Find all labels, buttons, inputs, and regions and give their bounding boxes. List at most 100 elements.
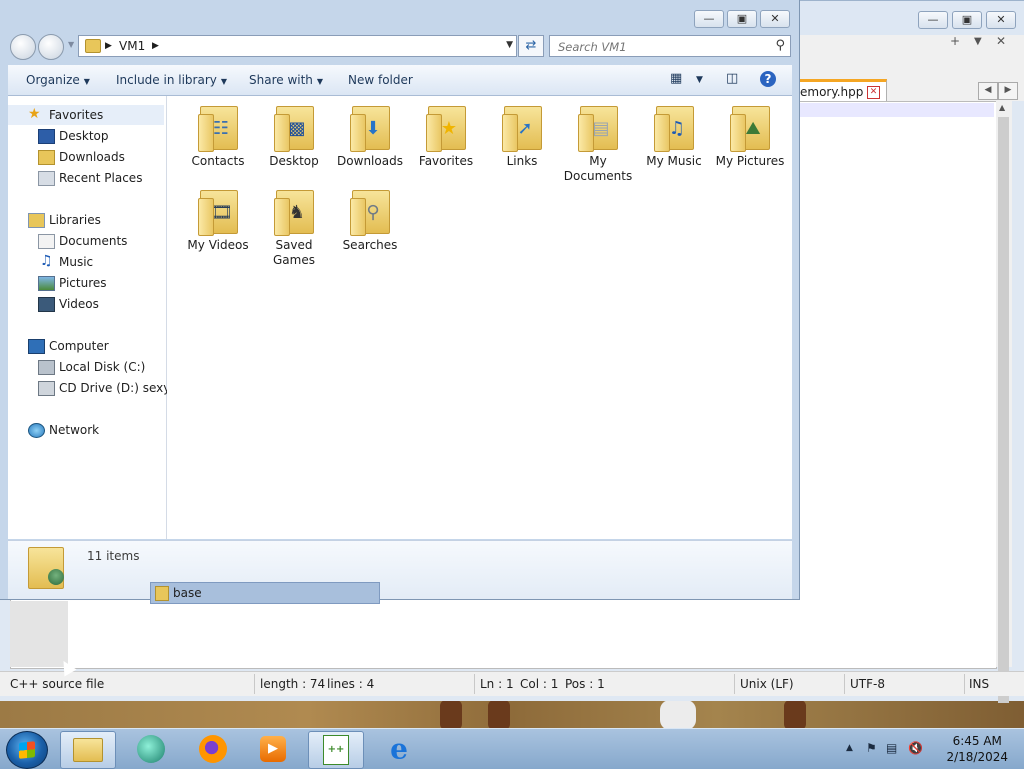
folder-item[interactable]: ☷ Contacts — [182, 104, 254, 169]
nav-network[interactable]: Network — [8, 420, 164, 440]
taskbar-media-player[interactable]: ▶ — [246, 731, 300, 767]
folder-item[interactable]: 🎞 My Videos — [182, 188, 254, 253]
chevron-left-icon[interactable]: ◀ — [978, 82, 998, 100]
preview-pane-icon[interactable]: ◫ — [726, 71, 738, 86]
volume-muted-icon[interactable]: 🔇 — [908, 741, 923, 755]
nav-pictures[interactable]: Pictures — [8, 273, 164, 293]
refresh-button[interactable]: ⇄ — [518, 35, 544, 57]
chevron-down-icon: ▼ — [220, 77, 228, 86]
nav-label: Local Disk (C:) — [59, 360, 146, 374]
maximize-icon[interactable]: ▣ — [952, 11, 982, 29]
scroll-up-icon[interactable]: ▲ — [999, 103, 1005, 112]
nav-music[interactable]: ♫ Music — [8, 252, 164, 272]
clock-time: 6:45 AM — [952, 734, 1002, 748]
desktop-icon: ▩ — [274, 104, 314, 152]
close-icon[interactable]: ✕ — [986, 11, 1016, 29]
nav-recent-places[interactable]: Recent Places — [8, 168, 164, 188]
search-input[interactable] — [556, 38, 765, 55]
nav-downloads[interactable]: Downloads — [8, 147, 164, 167]
taskbar-ie[interactable]: e — [372, 731, 426, 767]
include-in-library-button[interactable]: Include in library ▼ — [116, 73, 227, 87]
media-player-icon: ▶ — [260, 736, 286, 762]
network-icon[interactable]: ▤ — [886, 741, 897, 755]
taskbar-app[interactable] — [124, 731, 178, 767]
forward-button[interactable] — [38, 34, 64, 60]
new-folder-button[interactable]: New folder — [348, 73, 413, 87]
chevron-up-icon[interactable]: ▲ — [846, 743, 853, 753]
current-line-highlight — [798, 103, 994, 117]
dragged-item[interactable]: base — [150, 582, 380, 604]
wallpaper-detail — [784, 700, 806, 730]
chevron-down-icon[interactable]: ▼ — [696, 75, 703, 85]
user-icon — [48, 569, 64, 585]
nav-favorites[interactable]: ★ Favorites — [8, 105, 164, 125]
chevron-right-icon[interactable]: ▶ — [105, 41, 112, 51]
nav-label: Music — [59, 255, 94, 269]
nav-libraries[interactable]: Libraries — [8, 210, 164, 230]
status-length: length : 74 — [260, 677, 326, 691]
downloads-icon: ⬇ — [350, 104, 390, 152]
app-icon — [137, 735, 165, 763]
divider — [734, 674, 735, 694]
organize-button[interactable]: Organize ▼ — [26, 73, 90, 87]
downloads-icon — [38, 150, 55, 165]
folder-item[interactable]: ▤ My Documents — [562, 104, 634, 184]
folder-item[interactable]: ⬇ Downloads — [334, 104, 406, 169]
search-icon[interactable]: ⚲ — [775, 38, 785, 53]
back-button[interactable] — [10, 34, 36, 60]
maximize-icon[interactable]: ▣ — [727, 10, 757, 28]
nav-computer[interactable]: Computer — [8, 336, 164, 356]
minimize-icon[interactable]: — — [918, 11, 948, 29]
folder-name: My Pictures — [715, 154, 785, 168]
wallpaper-detail — [660, 700, 696, 730]
address-bar[interactable]: ▶ VM1 ▶ ▼ — [78, 35, 517, 57]
search-box[interactable]: ⚲ — [549, 35, 791, 57]
details-pane: 11 items — [8, 540, 792, 599]
plus-icon[interactable]: + — [950, 34, 960, 48]
nav-local-disk[interactable]: Local Disk (C:) — [8, 357, 164, 377]
clock[interactable]: 6:45 AM 2/18/2024 — [946, 733, 1008, 765]
nav-cd-drive[interactable]: CD Drive (D:) sexy — [8, 378, 170, 398]
folder-item[interactable]: ⚲ Searches — [334, 188, 406, 253]
folder-item[interactable]: ⛰ My Pictures — [714, 104, 786, 169]
chevron-down-icon: ▼ — [83, 77, 90, 86]
start-button[interactable] — [6, 731, 48, 769]
notepad-icon: ++ — [323, 735, 349, 765]
chevron-down-icon[interactable]: ▼ — [68, 40, 74, 49]
folder-name: Contacts — [191, 154, 245, 168]
nav-desktop[interactable]: Desktop — [8, 126, 164, 146]
explorer-window: — ▣ ✕ ▼ ▶ VM1 ▶ ▼ ⇄ ⚲ Organize▼ Include … — [0, 0, 800, 600]
share-with-button[interactable]: Share with ▼ — [249, 73, 323, 87]
chevron-down-icon[interactable]: ▼ — [974, 36, 982, 47]
cd-drive-icon — [38, 381, 55, 396]
search-icon: ⚲ — [350, 188, 390, 236]
games-icon: ♞ — [274, 188, 314, 236]
close-tab-icon[interactable]: ✕ — [867, 86, 880, 99]
folder-item[interactable]: ▩ Desktop — [258, 104, 330, 169]
line-gutter — [10, 601, 68, 667]
vertical-scrollbar[interactable]: ▲ — [996, 101, 1012, 703]
flag-icon[interactable]: ⚑ — [866, 741, 877, 755]
nav-label: Documents — [59, 234, 128, 248]
taskbar-explorer[interactable] — [60, 731, 116, 769]
help-icon[interactable]: ? — [760, 71, 776, 87]
chevron-down-icon[interactable]: ▼ — [506, 40, 513, 50]
view-options-icon[interactable]: ▦ — [670, 71, 682, 86]
nav-documents[interactable]: Documents — [8, 231, 164, 251]
breadcrumb-vm1[interactable]: VM1 — [119, 39, 145, 53]
folder-item[interactable]: ➚ Links — [486, 104, 558, 169]
folder-item[interactable]: ★ Favorites — [410, 104, 482, 169]
taskbar-notepad[interactable]: ++ — [308, 731, 364, 769]
close-icon[interactable]: ✕ — [996, 34, 1006, 48]
taskbar-firefox[interactable] — [186, 731, 240, 767]
folder-item[interactable]: ♞ Saved Games — [258, 188, 330, 268]
close-icon[interactable]: ✕ — [760, 10, 790, 28]
nav-label: Downloads — [59, 150, 125, 164]
nav-videos[interactable]: Videos — [8, 294, 164, 314]
scrollbar-thumb[interactable] — [998, 117, 1009, 703]
folder-item[interactable]: ♫ My Music — [638, 104, 710, 169]
chevron-right-icon[interactable]: ▶ — [152, 41, 159, 51]
chevron-right-icon[interactable]: ▶ — [998, 82, 1018, 100]
hard-drive-icon — [38, 360, 55, 375]
minimize-icon[interactable]: — — [694, 10, 724, 28]
